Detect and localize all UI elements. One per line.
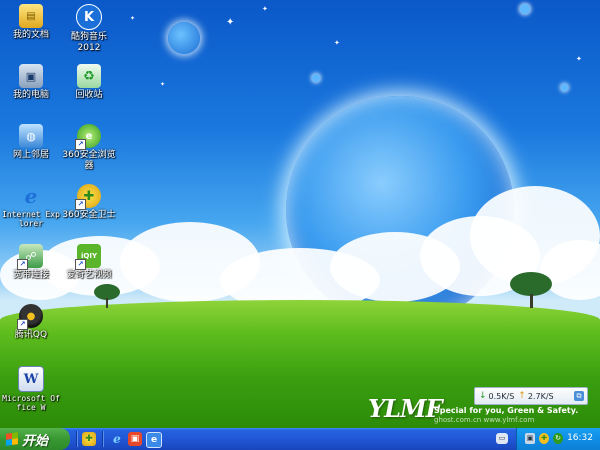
wallpaper-moon-tiny	[520, 4, 530, 14]
keyboard-icon[interactable]: ▭	[496, 433, 508, 444]
quicklaunch-separator	[102, 431, 104, 447]
wallpaper-slogan: Special for you, Green & Safety.	[434, 406, 579, 415]
desktop-icon-label: 爱奇艺视频	[66, 270, 112, 280]
quicklaunch-ie-icon[interactable]: e	[110, 432, 124, 446]
taskbar-clock[interactable]: 16:32	[567, 433, 593, 443]
qq-penguin-icon: ● ↗	[17, 304, 43, 330]
shortcut-arrow-icon: ↗	[75, 199, 86, 210]
system-tray: ▣ ✚ ↻ 16:32	[516, 428, 600, 450]
desktop-icon-label: 我的文档	[12, 30, 49, 40]
iqiyi-icon: iQIY ↗	[75, 244, 101, 270]
desktop-icon-internet-explorer[interactable]: e Internet Explorer	[0, 184, 62, 228]
tray-monitor-icon[interactable]: ▣	[525, 433, 535, 444]
360-browser-icon: e ↗	[75, 124, 101, 150]
shortcut-arrow-icon: ↗	[17, 259, 28, 270]
shortcut-arrow-icon: ↗	[17, 319, 28, 330]
desktop-icon-label: 360安全卫士	[62, 210, 116, 220]
tray-360-icon[interactable]: ✚	[539, 433, 549, 444]
desktop-icon-label: 我的电脑	[12, 90, 49, 100]
broadband-connection-icon: ☍ ↗	[17, 244, 43, 270]
desktop-icon-label: Microsoft Office W	[2, 394, 60, 412]
widget-menu-button[interactable]: ⧉	[574, 391, 584, 401]
wallpaper-star: ✦	[130, 15, 136, 22]
recycle-bin-icon: ♻	[77, 64, 101, 88]
word-document-icon: W	[18, 366, 44, 392]
quicklaunch-separator	[76, 431, 78, 447]
desktop-icon-recycle-bin[interactable]: ♻ 回收站	[58, 64, 120, 101]
folder-icon: ▤	[19, 4, 43, 28]
computer-icon: ▣	[19, 64, 43, 88]
network-icon: ◍	[19, 124, 43, 148]
windows-flag-icon	[6, 432, 18, 446]
desktop-icon-label: 回收站	[75, 90, 103, 100]
desktop-icon-kugou-music[interactable]: K 酷狗音乐 2012	[58, 4, 120, 54]
desktop-icon-network-places[interactable]: ◍ 网上邻居	[0, 124, 62, 161]
desktop-icon-label: 酷狗音乐 2012	[70, 32, 107, 53]
kugou-music-icon: K	[76, 4, 102, 30]
desktop-icon-label: Internet Explorer	[2, 210, 60, 228]
desktop-icon-label: 宽带连接	[12, 270, 49, 280]
upload-arrow-icon: ↑	[518, 391, 526, 401]
wallpaper-slogan-small: ghost.com.cn www.ylmf.com	[434, 416, 535, 424]
upload-speed: 2.7K/S	[527, 391, 554, 401]
desktop-icon-360-safeguard[interactable]: ✚ ↗ 360安全卫士	[58, 184, 120, 221]
desktop-icon-360-browser[interactable]: e ↗ 360安全浏览器	[58, 124, 120, 172]
quicklaunch-browser-icon[interactable]: e	[146, 432, 162, 448]
wallpaper-star: ✦	[226, 17, 235, 28]
desktop-icon-label: 腾讯QQ	[14, 330, 48, 340]
360-safeguard-icon: ✚ ↗	[75, 184, 101, 210]
shortcut-arrow-icon: ↗	[75, 259, 86, 270]
desktop-icon-label: 网上邻居	[12, 150, 49, 160]
desktop-icon-broadband-connection[interactable]: ☍ ↗ 宽带连接	[0, 244, 62, 281]
desktop-icon-label: 360安全浏览器	[62, 150, 116, 171]
shortcut-arrow-icon: ↗	[75, 139, 86, 150]
desktop-icon-my-computer[interactable]: ▣ 我的电脑	[0, 64, 62, 101]
wallpaper-moon-tiny	[312, 74, 320, 82]
internet-explorer-icon: e	[24, 184, 38, 208]
desktop-icon-iqiyi[interactable]: iQIY ↗ 爱奇艺视频	[58, 244, 120, 281]
quicklaunch-360-icon[interactable]: ✚	[82, 432, 96, 446]
ylmf-logo: YLMF	[368, 394, 443, 423]
wallpaper-star: ✦	[576, 55, 582, 63]
start-button[interactable]: 开始	[0, 428, 70, 450]
network-speed-widget[interactable]: ↓ 0.5K/S ↑ 2.7K/S ⧉	[474, 387, 588, 405]
desktop[interactable]: ✦ ✦ ✦ ✦ ✦ ✦ ▤ 我的文档 ▣ 我的电脑 ◍ 网上邻居 e Inter…	[0, 0, 600, 428]
desktop-icon-my-documents[interactable]: ▤ 我的文档	[0, 4, 62, 41]
quicklaunch-office-icon[interactable]: ▣	[128, 432, 142, 446]
wallpaper-moon-tiny	[561, 84, 568, 91]
wallpaper-star: ✦	[262, 5, 268, 13]
download-speed: 0.5K/S	[488, 391, 515, 401]
download-arrow-icon: ↓	[479, 391, 487, 401]
wallpaper-moon	[168, 22, 200, 54]
wallpaper-star: ✦	[334, 39, 340, 47]
wallpaper-star: ✦	[160, 81, 166, 88]
tray-update-icon[interactable]: ↻	[553, 433, 563, 444]
desktop-icon-qq[interactable]: ● ↗ 腾讯QQ	[0, 304, 62, 341]
start-button-label: 开始	[22, 433, 49, 449]
taskbar: 开始 ✚ e ▣ e ▭ ▣ ✚ ↻ 16:32	[0, 428, 600, 450]
desktop-icon-microsoft-office-word[interactable]: W Microsoft Office W	[0, 366, 62, 412]
